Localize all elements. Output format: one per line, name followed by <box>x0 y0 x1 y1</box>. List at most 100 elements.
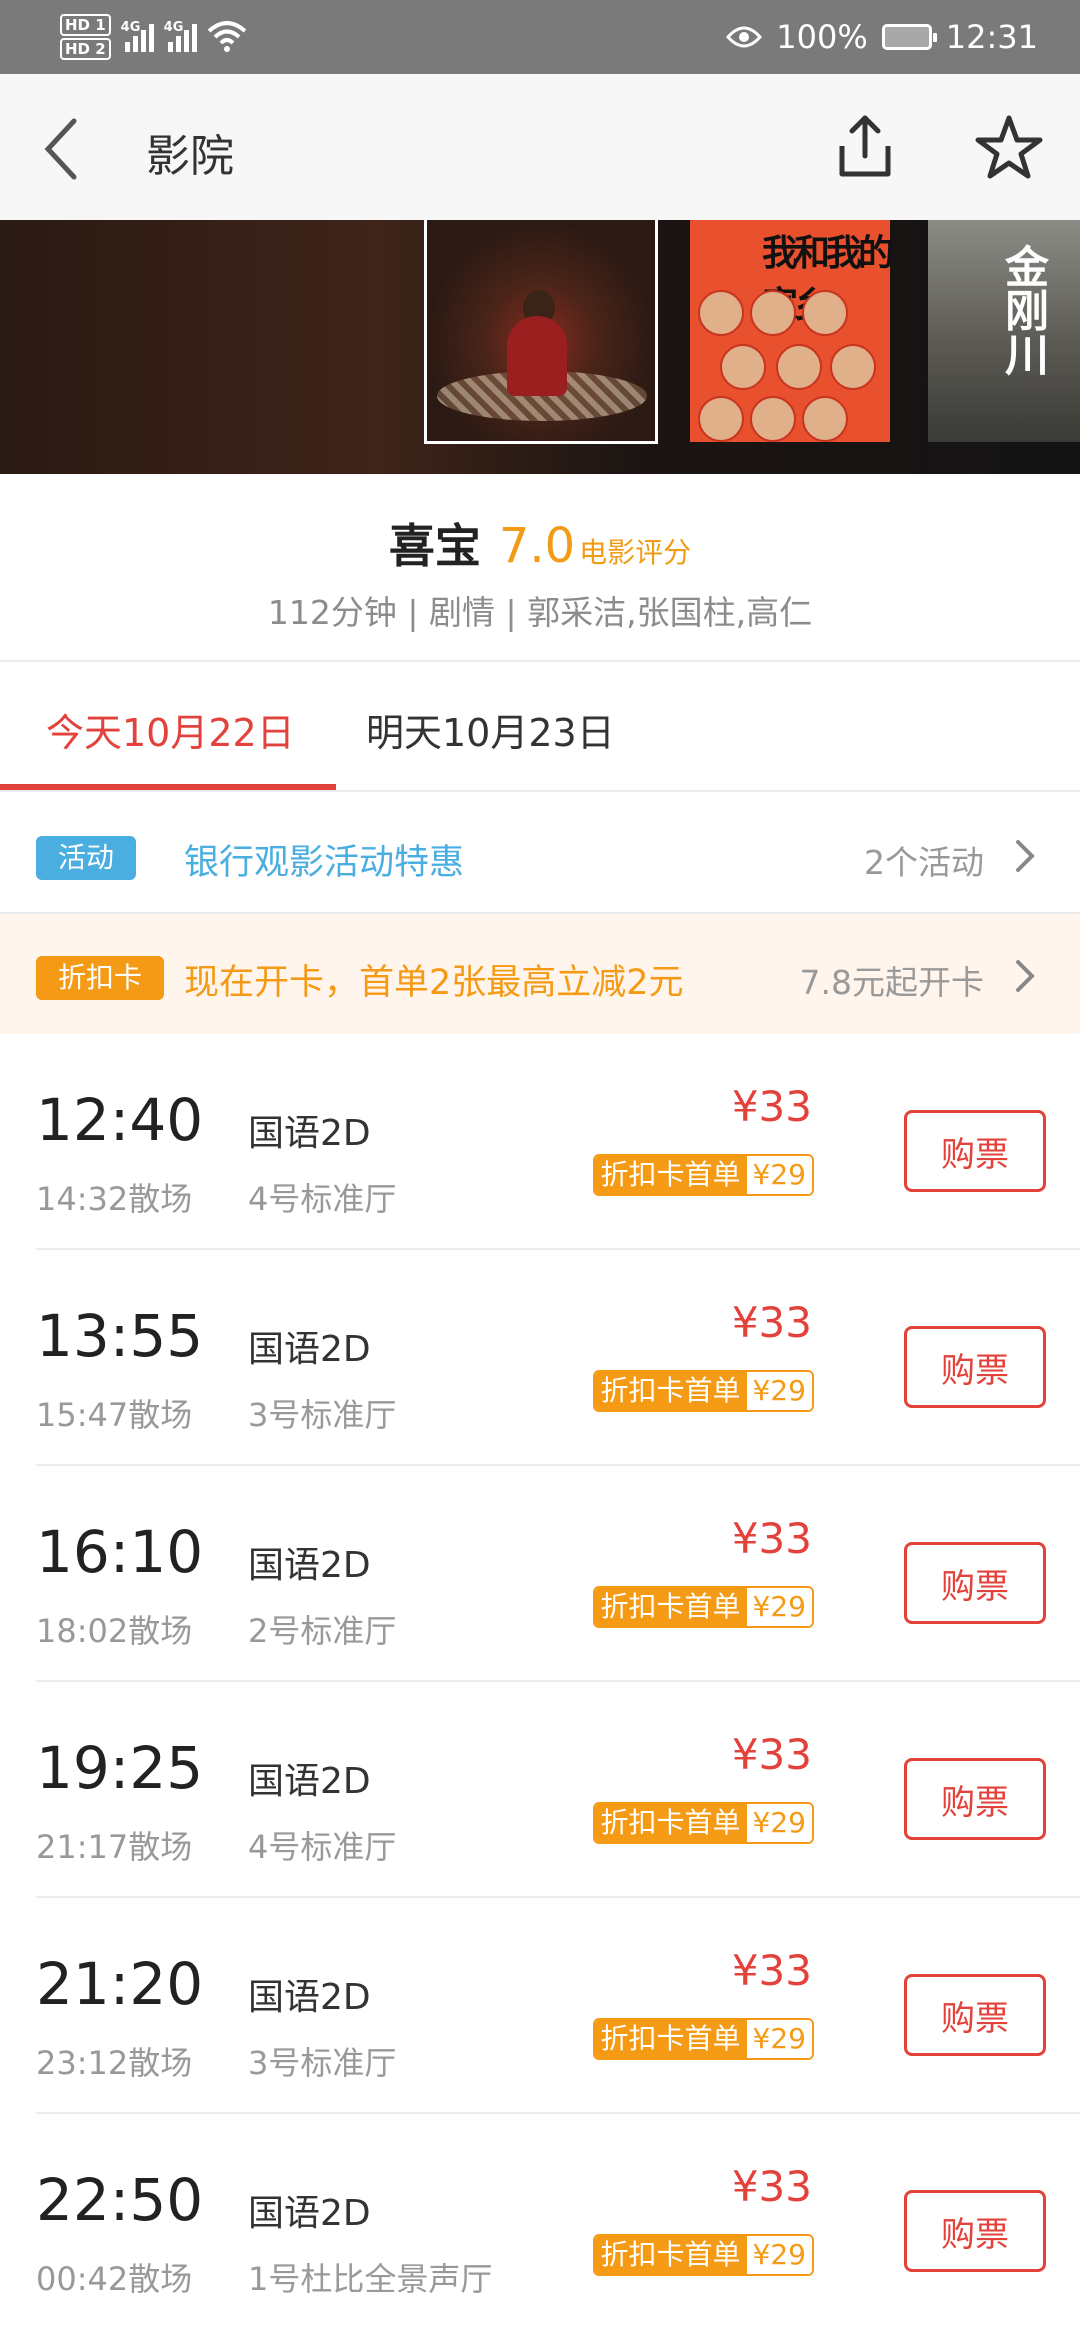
poster-selected[interactable] <box>424 220 658 444</box>
signal-icon: 4G <box>120 20 154 52</box>
buy-ticket-button[interactable]: 购票 <box>904 1542 1046 1624</box>
poster-art <box>802 396 848 442</box>
end-time: 23:12散场 <box>36 2044 193 2082</box>
start-time: 22:50 <box>36 2166 204 2234</box>
language-format: 国语2D <box>248 1545 371 1586</box>
discount-card-badge: 折扣卡首单 ¥29 <box>592 1802 814 1844</box>
back-button[interactable] <box>30 114 90 184</box>
showtime-row[interactable]: 22:50 00:42散场 国语2D 1号杜比全景声厅 ¥33 折扣卡首单 ¥2… <box>0 2114 1080 2330</box>
language-format: 国语2D <box>248 1761 371 1802</box>
hall-name: 4号标准厅 <box>248 1828 397 1866</box>
discount-card-label: 折扣卡首单 <box>594 1804 747 1842</box>
discount-card-price: ¥29 <box>746 1372 812 1410</box>
share-button[interactable] <box>832 112 898 182</box>
favorite-button[interactable] <box>972 112 1046 182</box>
network-type-label: 4G <box>120 20 141 35</box>
poster-art <box>830 344 876 390</box>
page-title: 影院 <box>146 131 234 182</box>
discount-card-tag: 折扣卡 <box>36 956 165 1000</box>
poster-art <box>750 396 796 442</box>
score-label: 电影评分 <box>579 536 692 569</box>
showtime-row[interactable]: 12:40 14:32散场 国语2D 4号标准厅 ¥33 折扣卡首单 ¥29 购… <box>0 1034 1080 1250</box>
end-time: 18:02散场 <box>36 1612 193 1650</box>
battery-percent: 100% <box>776 18 868 56</box>
chevron-right-icon <box>1016 960 1035 992</box>
status-right: 100% 12:31 <box>726 18 1038 56</box>
language-format: 国语2D <box>248 2193 371 2234</box>
chevron-left-icon <box>44 118 77 180</box>
start-time: 12:40 <box>36 1086 204 1154</box>
ticket-price: ¥33 <box>731 1514 812 1563</box>
network-type-label: 4G <box>163 20 184 35</box>
movie-info: 喜宝 7.0 电影评分 112分钟 | 剧情 | 郭采洁,张国柱,高仁 <box>0 474 1080 660</box>
poster-art <box>698 396 744 442</box>
discount-card-price: 7.8元起开卡 <box>799 963 984 1002</box>
discount-card-badge: 折扣卡首单 ¥29 <box>592 1370 814 1412</box>
movie-name: 喜宝 <box>388 519 481 573</box>
discount-card-description: 现在开卡，首单2张最高立减2元 <box>184 963 684 1003</box>
ticket-price: ¥33 <box>731 1298 812 1347</box>
language-format: 国语2D <box>248 1977 371 2018</box>
start-time: 13:55 <box>36 1302 204 1370</box>
poster-art <box>698 290 744 336</box>
discount-card-promo-row[interactable]: 折扣卡 现在开卡，首单2张最高立减2元 7.8元起开卡 <box>0 914 1080 1034</box>
discount-card-price: ¥29 <box>746 1804 812 1842</box>
hd2-label: HD 2 <box>60 38 111 60</box>
hall-name: 3号标准厅 <box>248 1396 397 1434</box>
discount-card-badge: 折扣卡首单 ¥29 <box>592 1154 814 1196</box>
battery-icon <box>881 24 937 50</box>
buy-ticket-button[interactable]: 购票 <box>904 2190 1046 2272</box>
hall-name: 2号标准厅 <box>248 1612 397 1650</box>
poster-item[interactable]: 金刚川 <box>928 220 1080 442</box>
status-bar: HD 1 HD 2 4G 4G 100% 12:31 <box>0 0 1080 74</box>
showtime-row[interactable]: 16:10 18:02散场 国语2D 2号标准厅 ¥33 折扣卡首单 ¥29 购… <box>0 1466 1080 1682</box>
poster-carousel[interactable]: 我和我的家乡 金刚川 <box>0 220 1080 474</box>
chevron-right-icon <box>1016 840 1035 872</box>
activity-description: 银行观影活动特惠 <box>184 843 465 883</box>
eye-icon <box>726 26 763 48</box>
movie-title-row: 喜宝 7.0 电影评分 <box>0 510 1080 576</box>
tab-today[interactable]: 今天10月22日 <box>46 702 295 757</box>
activity-promo-row[interactable]: 活动 银行观影活动特惠 2个活动 <box>0 794 1080 914</box>
ticket-price: ¥33 <box>731 1082 812 1131</box>
language-format: 国语2D <box>248 1113 371 1154</box>
hall-name: 1号杜比全景声厅 <box>248 2260 493 2298</box>
buy-ticket-button[interactable]: 购票 <box>904 1758 1046 1840</box>
movie-score: 7.0 <box>498 518 576 574</box>
discount-card-badge: 折扣卡首单 ¥29 <box>592 2234 814 2276</box>
signal-icon: 4G <box>163 20 197 52</box>
discount-card-label: 折扣卡首单 <box>594 1372 747 1410</box>
start-time: 21:20 <box>36 1950 204 2018</box>
buy-ticket-button[interactable]: 购票 <box>904 1974 1046 2056</box>
showtime-row[interactable]: 19:25 21:17散场 国语2D 4号标准厅 ¥33 折扣卡首单 ¥29 购… <box>0 1682 1080 1898</box>
end-time: 15:47散场 <box>36 1396 193 1434</box>
start-time: 16:10 <box>36 1518 204 1586</box>
poster-art <box>507 316 567 396</box>
discount-card-price: ¥29 <box>746 2236 812 2274</box>
hall-name: 3号标准厅 <box>248 2044 397 2082</box>
end-time: 00:42散场 <box>36 2260 193 2298</box>
end-time: 21:17散场 <box>36 1828 193 1866</box>
movie-meta: 112分钟 | 剧情 | 郭采洁,张国柱,高仁 <box>267 593 813 632</box>
poster-item[interactable]: 我和我的家乡 <box>690 220 894 442</box>
showtime-row[interactable]: 21:20 23:12散场 国语2D 3号标准厅 ¥33 折扣卡首单 ¥29 购… <box>0 1898 1080 2114</box>
poster-art <box>802 290 848 336</box>
poster-title: 金刚川 <box>997 244 1048 376</box>
tab-tomorrow[interactable]: 明天10月23日 <box>366 702 615 757</box>
ticket-price: ¥33 <box>731 1946 812 1995</box>
wifi-icon <box>207 21 246 52</box>
discount-card-label: 折扣卡首单 <box>594 2236 747 2274</box>
discount-card-badge: 折扣卡首单 ¥29 <box>592 1586 814 1628</box>
buy-ticket-button[interactable]: 购票 <box>904 1326 1046 1408</box>
divider <box>0 790 1080 792</box>
discount-card-label: 折扣卡首单 <box>594 1588 747 1626</box>
hall-name: 4号标准厅 <box>248 1180 397 1218</box>
language-format: 国语2D <box>248 1329 371 1370</box>
poster-art <box>776 344 822 390</box>
discount-card-price: ¥29 <box>746 2020 812 2058</box>
buy-ticket-button[interactable]: 购票 <box>904 1110 1046 1192</box>
hd-icon: HD 1 HD 2 <box>60 13 111 61</box>
showtime-row[interactable]: 13:55 15:47散场 国语2D 3号标准厅 ¥33 折扣卡首单 ¥29 购… <box>0 1250 1080 1466</box>
app-header: 影院 <box>0 74 1080 220</box>
poster-art <box>720 344 766 390</box>
